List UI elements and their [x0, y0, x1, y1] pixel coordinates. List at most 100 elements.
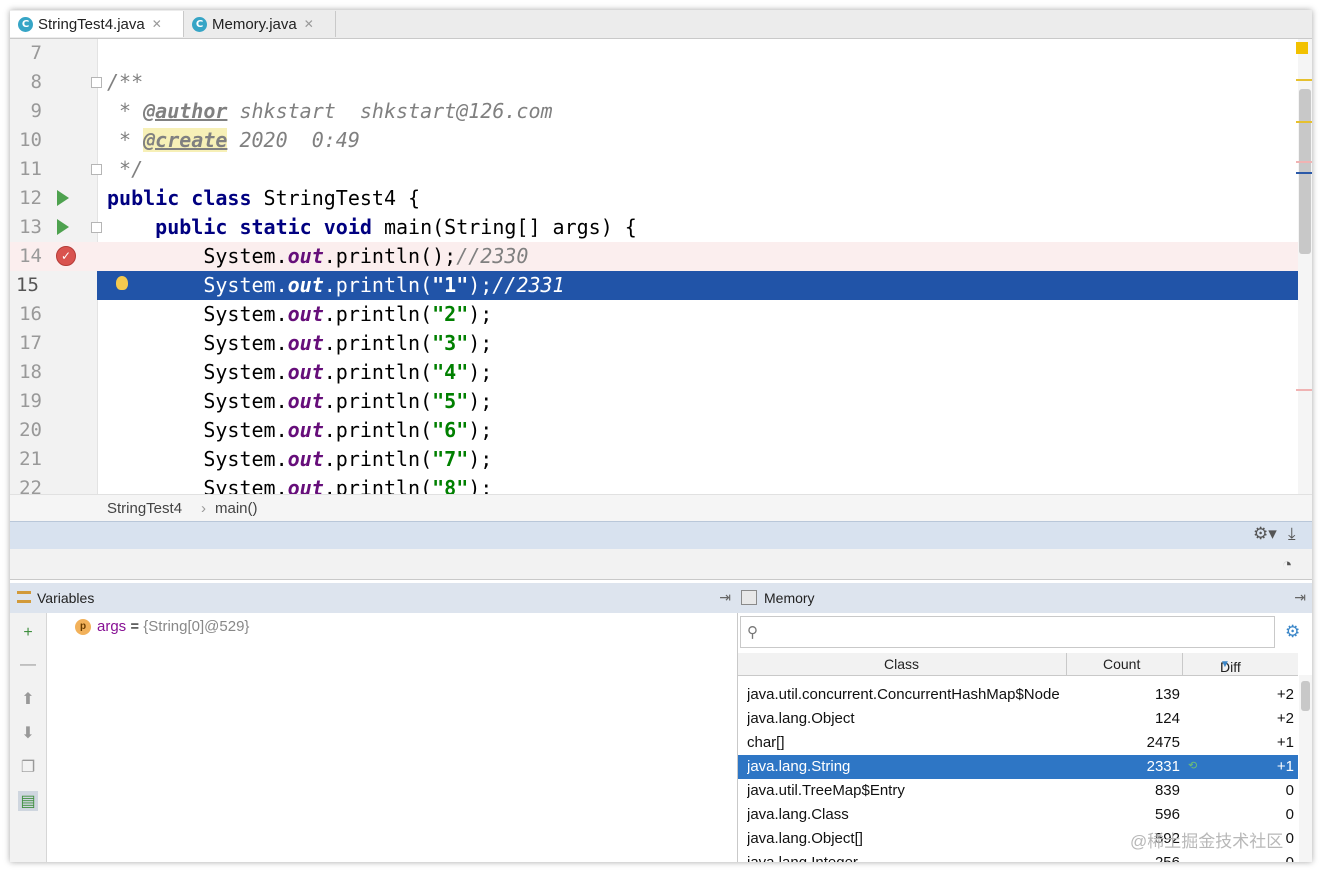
- code-line: 19 System.out.println("5");: [10, 387, 1298, 416]
- tracking-icon[interactable]: ⟲: [1188, 759, 1197, 772]
- class-cell: java.lang.Object[]: [747, 830, 863, 847]
- memory-scrollbar[interactable]: [1299, 675, 1312, 862]
- code-text: System.out.println("1");//2331: [107, 273, 565, 297]
- line-number: 14: [19, 245, 42, 267]
- error-stripe-mark[interactable]: [1296, 172, 1312, 174]
- tab-label: Memory.java: [212, 15, 297, 33]
- column-class[interactable]: Class: [884, 656, 919, 672]
- line-number: 10: [19, 129, 42, 151]
- memory-panel: ⚲ ⚙ Class Count Diff ▼ java.util.concurr…: [737, 613, 1312, 862]
- line-number: 21: [19, 448, 42, 470]
- add-watch-icon[interactable]: +: [18, 623, 38, 643]
- close-icon[interactable]: ✕: [152, 17, 162, 31]
- parameter-icon: p: [75, 618, 91, 635]
- line-number: 18: [19, 361, 42, 383]
- breakpoint-icon[interactable]: ✓: [56, 246, 76, 266]
- fold-icon[interactable]: [91, 77, 102, 88]
- variable-name: args: [97, 618, 127, 635]
- memory-table-header: Class Count Diff ▼: [738, 653, 1298, 676]
- search-icon: ⚲: [747, 624, 758, 641]
- error-stripe-mark[interactable]: [1296, 121, 1312, 123]
- table-row-selected[interactable]: java.lang.String 2331 ⟲ +1: [738, 755, 1298, 779]
- code-line-breakpoint: 14 ✓ System.out.println();//2330: [10, 242, 1298, 271]
- line-number: 16: [19, 303, 42, 325]
- code-text: System.out.println();//2330: [107, 244, 529, 268]
- table-row[interactable]: java.lang.Integer 256 0: [738, 851, 1298, 862]
- error-stripe-mark[interactable]: [1296, 389, 1312, 391]
- pin-icon[interactable]: ⇥: [1294, 589, 1306, 606]
- show-types-icon[interactable]: ▤: [18, 791, 38, 811]
- arrow-up-icon[interactable]: ⬆: [18, 689, 38, 709]
- line-number: 11: [19, 158, 42, 180]
- table-row[interactable]: java.util.concurrent.ConcurrentHashMap$N…: [738, 683, 1298, 707]
- line-number: 12: [19, 187, 42, 209]
- code-line: 7: [10, 39, 1298, 68]
- tab-stringtest4[interactable]: C StringTest4.java ✕: [10, 11, 184, 37]
- line-number: 9: [30, 100, 42, 122]
- breadcrumb-class[interactable]: StringTest4: [107, 500, 182, 517]
- warning-marker[interactable]: [1296, 42, 1308, 54]
- diff-cell: 0: [1285, 806, 1294, 823]
- code-text: */: [107, 157, 144, 181]
- class-cell: char[]: [747, 734, 785, 751]
- ide-window: C StringTest4.java ✕ C Memory.java ✕ 7 8…: [10, 10, 1312, 862]
- memory-gauge-icon[interactable]: ◔: [1282, 555, 1292, 575]
- memory-icon: [741, 590, 757, 605]
- breadcrumb-method[interactable]: main(): [215, 500, 258, 517]
- gear-icon[interactable]: ⚙: [1285, 622, 1300, 642]
- column-count[interactable]: Count: [1103, 656, 1140, 672]
- line-number: 7: [30, 42, 42, 64]
- variable-row[interactable]: p args = {String[0]@529}: [75, 618, 249, 635]
- fold-icon[interactable]: [91, 164, 102, 175]
- fold-icon[interactable]: [91, 222, 102, 233]
- watermark: @稀土掘金技术社区: [1130, 832, 1284, 851]
- table-row[interactable]: java.lang.Class 596 0: [738, 803, 1298, 827]
- class-cell: java.util.TreeMap$Entry: [747, 782, 905, 799]
- code-line: 9 * @author shkstart shkstart@126.com: [10, 97, 1298, 126]
- error-stripe-mark[interactable]: [1296, 79, 1312, 81]
- remove-icon[interactable]: —: [18, 655, 38, 675]
- class-search-input[interactable]: ⚲: [740, 616, 1275, 648]
- table-row[interactable]: java.lang.Object 124 +2: [738, 707, 1298, 731]
- count-cell: 839: [1154, 782, 1180, 799]
- code-line: 20 System.out.println("6");: [10, 416, 1298, 445]
- count-cell: 596: [1154, 806, 1180, 823]
- line-number: 8: [30, 71, 42, 93]
- hide-panel-icon[interactable]: ⤓: [1288, 524, 1296, 544]
- close-icon[interactable]: ✕: [304, 17, 314, 31]
- code-text: public class StringTest4 {: [107, 186, 421, 210]
- gear-icon[interactable]: ⚙▾: [1253, 524, 1277, 544]
- code-editor[interactable]: 7 8 /** 9 * @author shkstart shkstart@12…: [10, 39, 1312, 494]
- line-number-cell: 15: [10, 271, 97, 300]
- line-number: 13: [19, 216, 42, 238]
- run-icon[interactable]: [57, 219, 69, 235]
- code-text: System.out.println("5");: [107, 389, 493, 413]
- count-cell: 139: [1154, 686, 1180, 703]
- code-line: 11 */: [10, 155, 1298, 184]
- variables-panel: + — ⬆ ⬇ ❐ ▤ p args = {String[0]@529}: [10, 613, 737, 862]
- copy-icon[interactable]: ❐: [18, 757, 38, 777]
- class-cell: java.lang.Class: [747, 806, 849, 823]
- count-cell: 256: [1155, 854, 1180, 862]
- error-stripe-mark[interactable]: [1296, 161, 1312, 163]
- code-line: 10 * @create 2020 0:49: [10, 126, 1298, 155]
- arrow-down-icon[interactable]: ⬇: [18, 723, 38, 743]
- table-row[interactable]: char[] 2475 +1: [738, 731, 1298, 755]
- code-text: * @create 2020 0:49: [107, 128, 360, 152]
- code-text: System.out.println("4");: [107, 360, 493, 384]
- run-icon[interactable]: [57, 190, 69, 206]
- line-number: 19: [19, 390, 42, 412]
- code-line: 16 System.out.println("2");: [10, 300, 1298, 329]
- code-text: /**: [107, 70, 144, 94]
- count-cell: 124: [1154, 710, 1180, 727]
- table-row[interactable]: java.util.TreeMap$Entry 839 0: [738, 779, 1298, 803]
- class-cell: java.util.concurrent.ConcurrentHashMap$N…: [747, 686, 1060, 703]
- variable-eq: =: [126, 618, 144, 635]
- code-line: 18 System.out.println("4");: [10, 358, 1298, 387]
- breadcrumb: StringTest4 › main(): [10, 494, 1312, 521]
- pin-icon[interactable]: ⇥: [719, 589, 731, 606]
- code-text: System.out.println("7");: [107, 447, 493, 471]
- diff-cell: +1: [1276, 758, 1294, 775]
- count-cell: 2331: [1146, 758, 1180, 775]
- tab-memory[interactable]: C Memory.java ✕: [184, 11, 336, 37]
